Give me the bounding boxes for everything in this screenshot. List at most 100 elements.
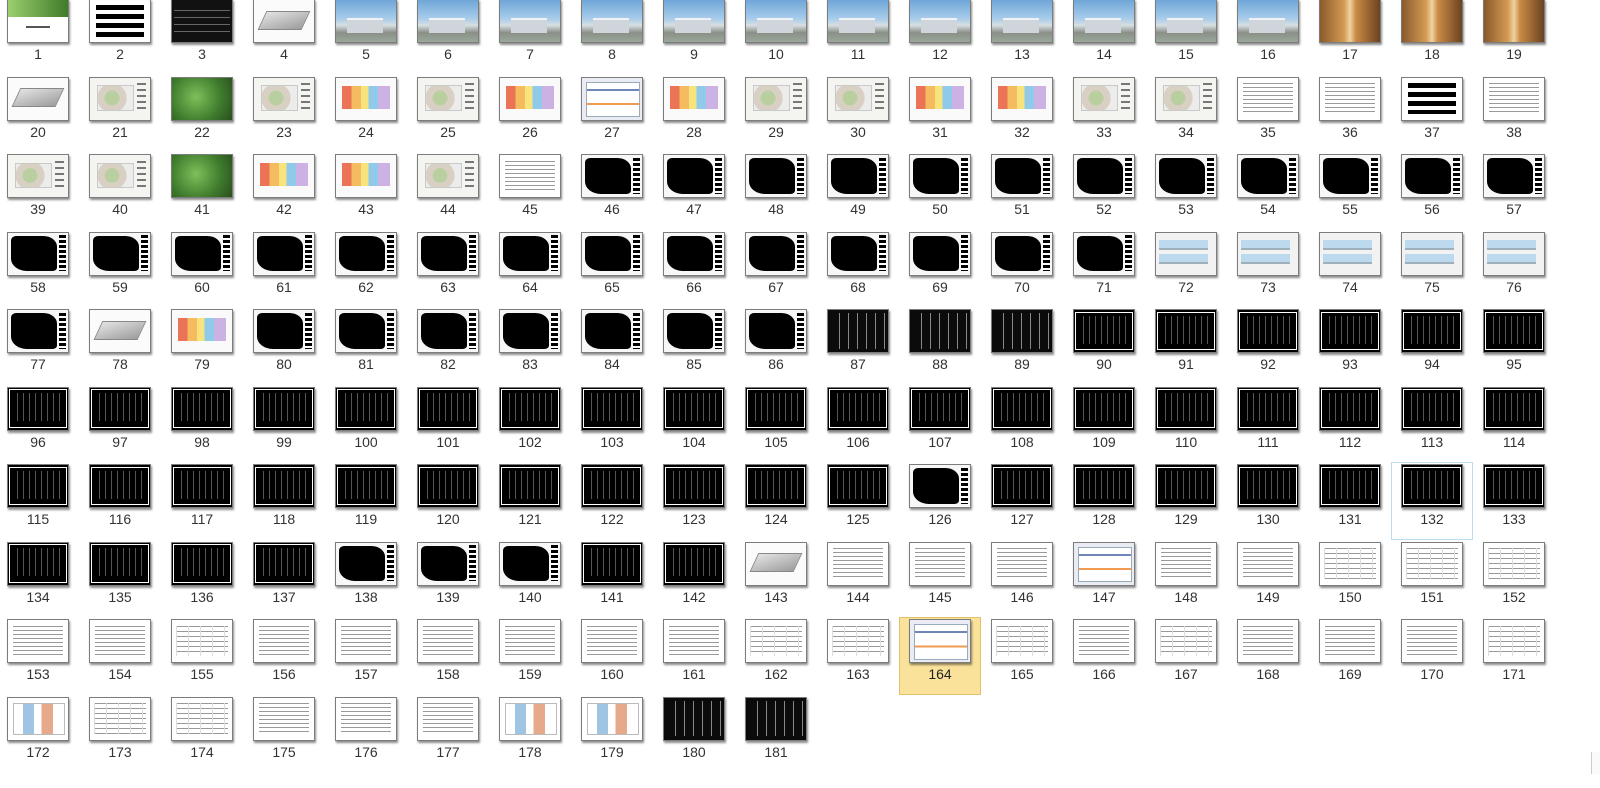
slide-thumbnail[interactable]: 109: [1063, 385, 1145, 463]
slide-thumbnail[interactable]: 146: [981, 540, 1063, 618]
slide-thumbnail[interactable]: 168: [1227, 617, 1309, 695]
slide-thumbnail[interactable]: 158: [407, 617, 489, 695]
slide-thumbnail[interactable]: 59: [79, 230, 161, 308]
slide-thumbnail[interactable]: 22: [161, 75, 243, 153]
slide-thumbnail[interactable]: 151: [1391, 540, 1473, 618]
slide-thumbnail[interactable]: 171: [1473, 617, 1555, 695]
slide-thumbnail[interactable]: 66: [653, 230, 735, 308]
slide-thumbnail[interactable]: 111: [1227, 385, 1309, 463]
slide-thumbnail[interactable]: 177: [407, 695, 489, 773]
slide-thumbnail[interactable]: 19: [1473, 0, 1555, 75]
slide-thumbnail[interactable]: 103: [571, 385, 653, 463]
slide-thumbnail[interactable]: 15: [1145, 0, 1227, 75]
scrollbar-corner[interactable]: [1591, 752, 1600, 774]
slide-thumbnail[interactable]: 2: [79, 0, 161, 75]
slide-thumbnail[interactable]: 62: [325, 230, 407, 308]
slide-thumbnail[interactable]: 127: [981, 462, 1063, 540]
slide-thumbnail[interactable]: 147: [1063, 540, 1145, 618]
slide-thumbnail[interactable]: 52: [1063, 152, 1145, 230]
slide-thumbnail[interactable]: 37: [1391, 75, 1473, 153]
slide-thumbnail[interactable]: 144: [817, 540, 899, 618]
slide-thumbnail[interactable]: 139: [407, 540, 489, 618]
slide-thumbnail[interactable]: 123: [653, 462, 735, 540]
slide-thumbnail[interactable]: 107: [899, 385, 981, 463]
slide-thumbnail[interactable]: 80: [243, 307, 325, 385]
slide-thumbnail[interactable]: 110: [1145, 385, 1227, 463]
slide-thumbnail[interactable]: 44: [407, 152, 489, 230]
slide-thumbnail[interactable]: 11: [817, 0, 899, 75]
slide-thumbnail[interactable]: 12: [899, 0, 981, 75]
slide-thumbnail[interactable]: 156: [243, 617, 325, 695]
slide-thumbnail[interactable]: 5: [325, 0, 407, 75]
slide-thumbnail[interactable]: 8: [571, 0, 653, 75]
slide-thumbnail[interactable]: 154: [79, 617, 161, 695]
slide-thumbnail[interactable]: 105: [735, 385, 817, 463]
slide-thumbnail[interactable]: 174: [161, 695, 243, 773]
slide-thumbnail[interactable]: 10: [735, 0, 817, 75]
slide-thumbnail[interactable]: 135: [79, 540, 161, 618]
slide-thumbnail[interactable]: 1: [0, 0, 79, 75]
slide-thumbnail[interactable]: 14: [1063, 0, 1145, 75]
slide-thumbnail[interactable]: 138: [325, 540, 407, 618]
slide-thumbnail[interactable]: 71: [1063, 230, 1145, 308]
slide-thumbnail[interactable]: 69: [899, 230, 981, 308]
slide-thumbnail[interactable]: 102: [489, 385, 571, 463]
slide-thumbnail[interactable]: 79: [161, 307, 243, 385]
slide-thumbnail[interactable]: 126: [899, 462, 981, 540]
slide-thumbnail[interactable]: 77: [0, 307, 79, 385]
slide-thumbnail[interactable]: 51: [981, 152, 1063, 230]
slide-thumbnail[interactable]: 43: [325, 152, 407, 230]
slide-thumbnail[interactable]: 119: [325, 462, 407, 540]
slide-thumbnail[interactable]: 88: [899, 307, 981, 385]
slide-thumbnail[interactable]: 30: [817, 75, 899, 153]
slide-thumbnail[interactable]: 128: [1063, 462, 1145, 540]
slide-thumbnail[interactable]: 93: [1309, 307, 1391, 385]
slide-thumbnail[interactable]: 4: [243, 0, 325, 75]
slide-thumbnail[interactable]: 161: [653, 617, 735, 695]
slide-thumbnail[interactable]: 75: [1391, 230, 1473, 308]
slide-thumbnail[interactable]: 120: [407, 462, 489, 540]
slide-thumbnail[interactable]: 9: [653, 0, 735, 75]
slide-thumbnail[interactable]: 92: [1227, 307, 1309, 385]
slide-thumbnail[interactable]: 159: [489, 617, 571, 695]
slide-thumbnail[interactable]: 36: [1309, 75, 1391, 153]
slide-thumbnail[interactable]: 160: [571, 617, 653, 695]
slide-thumbnail[interactable]: 100: [325, 385, 407, 463]
slide-thumbnail[interactable]: 73: [1227, 230, 1309, 308]
slide-thumbnail[interactable]: 124: [735, 462, 817, 540]
slide-thumbnail[interactable]: 122: [571, 462, 653, 540]
slide-thumbnail[interactable]: 63: [407, 230, 489, 308]
slide-thumbnail[interactable]: 137: [243, 540, 325, 618]
slide-thumbnail[interactable]: 150: [1309, 540, 1391, 618]
slide-thumbnail[interactable]: 142: [653, 540, 735, 618]
slide-thumbnail[interactable]: 115: [0, 462, 79, 540]
slide-thumbnail[interactable]: 3: [161, 0, 243, 75]
slide-thumbnail[interactable]: 20: [0, 75, 79, 153]
slide-thumbnail[interactable]: 82: [407, 307, 489, 385]
slide-thumbnail[interactable]: 54: [1227, 152, 1309, 230]
slide-thumbnail[interactable]: 48: [735, 152, 817, 230]
slide-thumbnail[interactable]: 153: [0, 617, 79, 695]
slide-thumbnail[interactable]: 45: [489, 152, 571, 230]
slide-thumbnail[interactable]: 181: [735, 695, 817, 773]
slide-thumbnail[interactable]: 162: [735, 617, 817, 695]
slide-thumbnail[interactable]: 98: [161, 385, 243, 463]
slide-thumbnail[interactable]: 179: [571, 695, 653, 773]
slide-thumbnail[interactable]: 39: [0, 152, 79, 230]
slide-thumbnail[interactable]: 118: [243, 462, 325, 540]
slide-thumbnail[interactable]: 49: [817, 152, 899, 230]
slide-thumbnail[interactable]: 47: [653, 152, 735, 230]
slide-thumbnail[interactable]: 90: [1063, 307, 1145, 385]
slide-thumbnail[interactable]: 46: [571, 152, 653, 230]
slide-thumbnail[interactable]: 132: [1391, 462, 1473, 540]
slide-thumbnail[interactable]: 145: [899, 540, 981, 618]
slide-thumbnail[interactable]: 157: [325, 617, 407, 695]
slide-thumbnail[interactable]: 140: [489, 540, 571, 618]
slide-thumbnail[interactable]: 65: [571, 230, 653, 308]
slide-thumbnail[interactable]: 6: [407, 0, 489, 75]
slide-thumbnail[interactable]: 91: [1145, 307, 1227, 385]
slide-thumbnail[interactable]: 57: [1473, 152, 1555, 230]
slide-thumbnail[interactable]: 18: [1391, 0, 1473, 75]
slide-thumbnail[interactable]: 165: [981, 617, 1063, 695]
slide-thumbnail[interactable]: 141: [571, 540, 653, 618]
